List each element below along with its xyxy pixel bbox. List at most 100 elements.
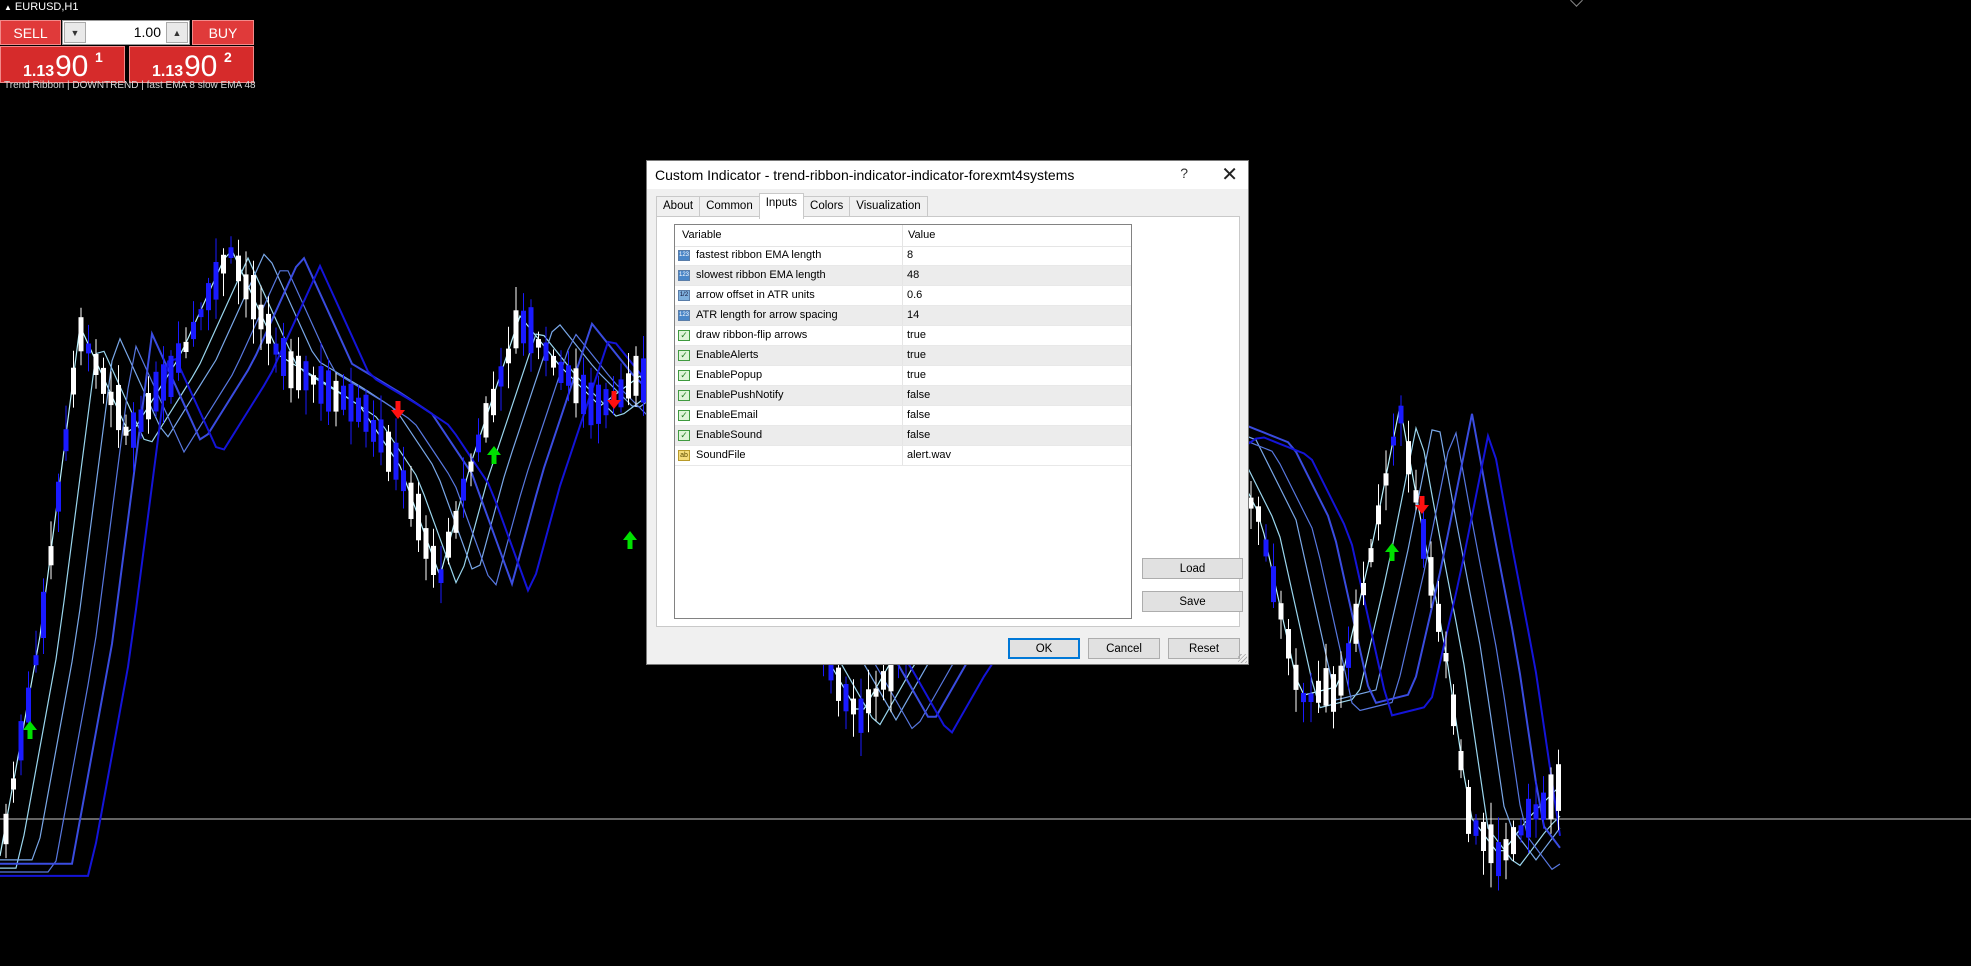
tab-visualization[interactable]: Visualization (849, 196, 928, 218)
candle-body (468, 461, 474, 472)
column-header-value[interactable]: Value (908, 229, 935, 241)
column-header-variable[interactable]: Variable (682, 229, 722, 241)
candle-body (1526, 798, 1531, 838)
table-row[interactable]: 123 slowest ribbon EMA length 48 (675, 266, 1131, 286)
arrow-up-icon (23, 721, 37, 739)
variable-value[interactable]: true (907, 349, 926, 361)
candle-body (213, 262, 219, 300)
candle-body (266, 313, 271, 344)
candle-body (1278, 603, 1284, 620)
variable-value[interactable]: 48 (907, 269, 919, 281)
table-row[interactable]: 123 ATR length for arrow spacing 14 (675, 306, 1131, 326)
candle-body (1368, 548, 1374, 563)
tab-common[interactable]: Common (699, 196, 760, 218)
candle-body (476, 434, 481, 453)
close-button[interactable]: ✕ (1221, 162, 1238, 187)
bool-type-icon: ✓ (678, 410, 690, 421)
resize-grip[interactable] (1238, 654, 1247, 663)
table-rows: 123 fastest ribbon EMA length 8 123 slowest … (675, 246, 1131, 466)
table-row[interactable]: ✓ draw ribbon-flip arrows true (675, 326, 1131, 346)
table-row[interactable]: ✓ EnableAlerts true (675, 346, 1131, 366)
table-row[interactable]: 1/2 arrow offset in ATR units 0.6 (675, 286, 1131, 306)
candle-body (123, 426, 129, 436)
candle-body (56, 481, 61, 512)
dialog-titlebar[interactable]: Custom Indicator - trend-ribbon-indicato… (647, 161, 1248, 189)
variable-value[interactable]: 0.6 (907, 289, 922, 301)
variable-value[interactable]: false (907, 409, 930, 421)
candle-body (498, 366, 504, 387)
triangle-icon: ▲ (4, 3, 12, 12)
candle-body (1406, 441, 1411, 475)
table-row[interactable]: ✓ EnablePopup true (675, 366, 1131, 386)
variable-value[interactable]: 8 (907, 249, 913, 261)
inputs-table: Variable Value 123 fastest ribbon EMA len… (674, 224, 1132, 619)
table-row[interactable]: ✓ EnableEmail false (675, 406, 1131, 426)
sell-price-point: 1 (95, 49, 103, 65)
candle-body (3, 813, 9, 845)
lot-increase-button[interactable]: ▲ (166, 22, 188, 43)
ok-button[interactable]: OK (1008, 638, 1080, 659)
candle-body (63, 429, 69, 452)
buy-price[interactable]: 1.13 90 2 (129, 46, 254, 83)
candle-body (273, 343, 279, 355)
candle-body (1503, 839, 1509, 861)
table-row[interactable]: ✓ EnableSound false (675, 426, 1131, 446)
double-type-icon: 1/2 (678, 290, 690, 301)
table-header: Variable Value (675, 225, 1131, 247)
string-type-icon: ab (678, 450, 690, 461)
variable-name: EnableSound (696, 429, 763, 441)
candle-body (431, 545, 436, 575)
tab-colors[interactable]: Colors (803, 196, 851, 218)
candle-body (1458, 751, 1464, 771)
candle-body (1248, 497, 1254, 509)
load-button[interactable]: Load (1142, 558, 1243, 579)
candle-body (371, 420, 376, 442)
candle-body (191, 321, 196, 340)
candle-body (1398, 405, 1404, 424)
candle-body (1338, 665, 1344, 696)
reset-button[interactable]: Reset (1168, 638, 1240, 659)
lot-decrease-button[interactable]: ▼ (64, 22, 86, 43)
candle-body (318, 366, 324, 404)
table-row[interactable]: ab SoundFile alert.wav (675, 446, 1131, 466)
variable-value[interactable]: 14 (907, 309, 919, 321)
candle-body (1346, 643, 1351, 668)
sell-button[interactable]: SELL (0, 20, 61, 45)
int-type-icon: 123 (678, 250, 690, 261)
candle-body (206, 283, 211, 311)
candle-body (33, 655, 39, 666)
variable-value[interactable]: alert.wav (907, 449, 951, 461)
candle-body (296, 355, 301, 391)
sell-price[interactable]: 1.13 90 1 (0, 46, 125, 83)
candle-body (596, 384, 601, 424)
candle-body (131, 412, 136, 448)
buy-button[interactable]: BUY (192, 20, 254, 45)
variable-value[interactable]: false (907, 429, 930, 441)
indicator-status-label: Trend Ribbon | DOWNTREND | fast EMA 8 sl… (4, 80, 256, 91)
table-row[interactable]: ✓ EnablePushNotify false (675, 386, 1131, 406)
variable-name: fastest ribbon EMA length (696, 249, 822, 261)
arrow-up-icon (623, 531, 637, 549)
candle-body (1293, 664, 1299, 690)
candle-body (1436, 603, 1441, 632)
candle-body (1286, 629, 1291, 659)
tab-inputs[interactable]: Inputs (758, 193, 805, 219)
variable-value[interactable]: true (907, 329, 926, 341)
variable-value[interactable]: false (907, 389, 930, 401)
candle-body (1518, 825, 1524, 836)
variable-value[interactable]: true (907, 369, 926, 381)
lot-size-input[interactable]: 1.00 (134, 24, 161, 40)
candle-body (228, 247, 234, 258)
one-click-trading-panel: SELL ▼ 1.00 ▲ BUY 1.13 90 1 1.13 90 2 (0, 20, 254, 83)
table-row[interactable]: 123 fastest ribbon EMA length 8 (675, 246, 1131, 266)
help-button[interactable]: ? (1180, 165, 1188, 181)
candle-body (1256, 506, 1261, 522)
save-button[interactable]: Save (1142, 591, 1243, 612)
candle-body (288, 351, 294, 389)
lot-size-stepper[interactable]: ▼ 1.00 ▲ (62, 20, 190, 45)
candle-body (1391, 436, 1396, 446)
candle-body (168, 355, 174, 397)
tab-about[interactable]: About (656, 196, 701, 218)
cancel-button[interactable]: Cancel (1088, 638, 1160, 659)
buy-price-pips: 90 (184, 50, 218, 83)
